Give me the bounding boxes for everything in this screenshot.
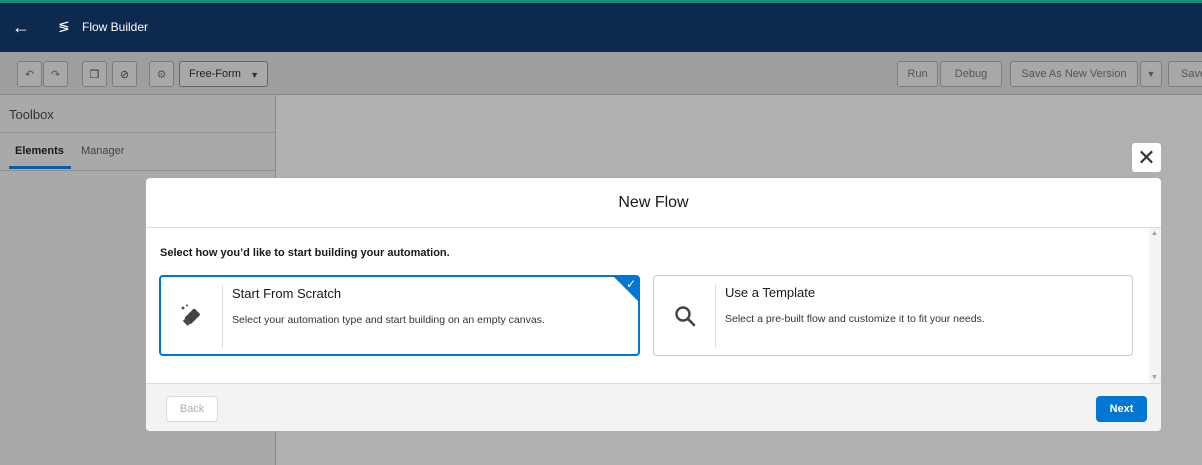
scroll-up-icon[interactable]: ▲ <box>1151 230 1158 237</box>
app-title: Flow Builder <box>82 20 149 34</box>
settings-button[interactable]: ⚙ <box>149 61 174 87</box>
layout-select[interactable]: Free-Form ▼ <box>179 61 268 87</box>
next-button[interactable]: Next <box>1096 396 1147 422</box>
start-from-scratch-option[interactable]: Start From Scratch Select your automatio… <box>159 275 640 356</box>
caret-down-icon: ▼ <box>1146 69 1156 79</box>
modal-body: Select how you’d like to start building … <box>146 228 1161 383</box>
back-arrow-icon[interactable]: ← <box>12 17 30 37</box>
option-description: Select your automation type and start bu… <box>232 314 545 326</box>
caret-down-icon: ▼ <box>250 70 259 80</box>
gear-icon: ⚙ <box>156 68 167 81</box>
option-description: Select a pre-built flow and customize it… <box>725 313 985 325</box>
new-flow-modal: New Flow Select how you’d like to start … <box>146 178 1161 431</box>
copy-icon: ❐ <box>89 68 100 81</box>
save-as-new-version-button[interactable]: Save As New Version <box>1010 61 1138 87</box>
save-label: Save <box>1181 68 1202 80</box>
toolbar: ↶ ↷ ❐ ⊘ ⚙ Free-Form ▼ Run Debug Save As … <box>0 52 1202 95</box>
modal-title: New Flow <box>146 178 1161 228</box>
card-divider <box>222 285 223 348</box>
redo-icon: ↷ <box>50 68 61 81</box>
wand-icon <box>161 277 222 354</box>
save-button[interactable]: Save <box>1168 61 1202 87</box>
undo-icon: ↶ <box>24 68 35 81</box>
save-menu-caret-button[interactable]: ▼ <box>1140 61 1162 87</box>
back-button[interactable]: Back <box>166 396 218 422</box>
disable-button[interactable]: ⊘ <box>112 61 137 87</box>
close-modal-button[interactable]: ✕ <box>1132 143 1161 172</box>
tab-manager[interactable]: Manager <box>81 145 124 157</box>
toolbox-title: Toolbox <box>0 95 275 133</box>
stop-icon: ⊘ <box>119 68 130 81</box>
tab-elements[interactable]: Elements <box>15 145 64 157</box>
toolbox-tabs: Elements Manager <box>0 133 275 171</box>
scroll-down-icon[interactable]: ▼ <box>1151 374 1158 381</box>
option-title: Use a Template <box>725 285 816 300</box>
layout-select-value: Free-Form <box>189 68 241 80</box>
debug-label: Debug <box>954 68 988 80</box>
save-as-new-label: Save As New Version <box>1021 68 1127 80</box>
modal-instruction: Select how you’d like to start building … <box>160 247 450 259</box>
flow-builder-icon: ≶ <box>58 18 70 34</box>
app-header: ← ≶ Flow Builder <box>0 0 1202 52</box>
copy-button[interactable]: ❐ <box>82 61 107 87</box>
active-tab-indicator <box>9 166 71 169</box>
close-icon: ✕ <box>1137 144 1156 170</box>
debug-button[interactable]: Debug <box>940 61 1002 87</box>
use-a-template-option[interactable]: Use a Template Select a pre-built flow a… <box>653 275 1133 356</box>
modal-footer: Back Next <box>146 383 1161 431</box>
card-divider <box>715 284 716 347</box>
option-title: Start From Scratch <box>232 286 342 301</box>
modal-scrollbar[interactable]: ▲ ▼ <box>1149 228 1161 383</box>
checkmark-icon: ✓ <box>625 277 636 291</box>
search-icon <box>654 276 715 355</box>
run-label: Run <box>907 68 928 80</box>
redo-button[interactable]: ↷ <box>43 61 68 87</box>
undo-button[interactable]: ↶ <box>17 61 42 87</box>
run-button[interactable]: Run <box>897 61 938 87</box>
